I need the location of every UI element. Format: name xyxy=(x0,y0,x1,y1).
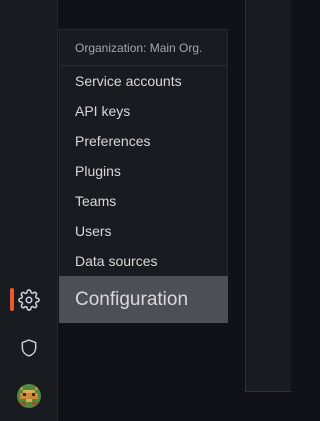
user-avatar xyxy=(17,384,41,408)
side-menu xyxy=(0,0,58,421)
menu-item-plugins[interactable]: Plugins xyxy=(60,156,227,186)
shield-icon xyxy=(19,337,39,359)
organization-header: Organization: Main Org. xyxy=(60,30,227,66)
nav-item-profile[interactable] xyxy=(0,376,58,416)
menu-item-preferences[interactable]: Preferences xyxy=(60,126,227,156)
menu-item-teams[interactable]: Teams xyxy=(60,186,227,216)
menu-item-api-keys[interactable]: API keys xyxy=(60,96,227,126)
main-content-panel xyxy=(245,0,291,392)
gear-icon xyxy=(18,289,40,311)
menu-item-service-accounts[interactable]: Service accounts xyxy=(60,66,227,96)
nav-item-server-admin[interactable] xyxy=(0,328,58,368)
nav-item-configuration[interactable] xyxy=(0,280,58,320)
menu-item-users[interactable]: Users xyxy=(60,216,227,246)
configuration-section-title[interactable]: Configuration xyxy=(59,276,228,323)
app-window: Organization: Main Org. Service accounts… xyxy=(0,0,291,421)
menu-item-data-sources[interactable]: Data sources xyxy=(60,246,227,276)
menu-list: Service accounts API keys Preferences Pl… xyxy=(60,66,227,276)
